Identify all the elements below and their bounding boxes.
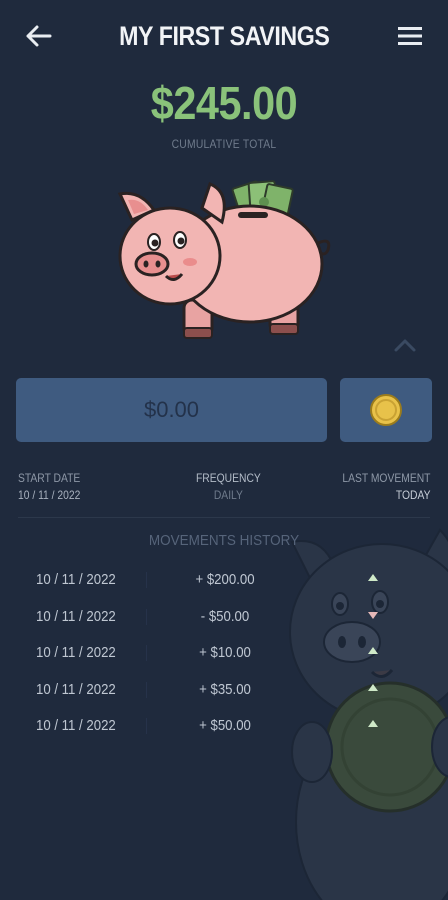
row-separator (146, 718, 147, 734)
triangle-up-icon (368, 574, 378, 581)
history-date: 10 / 11 / 2022 (36, 680, 116, 698)
movements-history-title: MOVEMENTS HISTORY (148, 532, 300, 549)
triangle-up-icon (368, 683, 378, 691)
history-amount: + $10.00 (199, 644, 251, 661)
menu-button[interactable] (390, 18, 430, 54)
frequency-label: FREQUENCY (196, 471, 261, 485)
triangle-up-icon (368, 720, 378, 727)
last-movement-block: LAST MOVEMENT TODAY (342, 470, 430, 504)
history-date: 10 / 11 / 2022 (36, 571, 116, 588)
last-movement-value: TODAY (395, 488, 430, 502)
history-date: 10 / 11 / 2022 (36, 717, 116, 734)
cumulative-total-caption: CUMULATIVE TOTAL (171, 137, 277, 151)
movements-history-list: 10 / 11 / 2022 + $200.00 10 / 11 / 2022 … (0, 560, 448, 743)
history-amount: + $35.00 (199, 680, 251, 698)
frequency-block: FREQUENCY DAILY (196, 470, 261, 504)
coin-icon (370, 394, 402, 426)
history-amount: + $50.00 (199, 717, 251, 734)
last-movement-label: LAST MOVEMENT (341, 471, 430, 485)
row-separator (146, 572, 147, 588)
row-separator (146, 681, 147, 698)
start-date-value: 10 / 11 / 2022 (18, 488, 81, 502)
add-coin-button[interactable] (340, 378, 432, 442)
start-date-label: START DATE (18, 471, 81, 485)
history-date: 10 / 11 / 2022 (36, 607, 116, 625)
history-row[interactable]: 10 / 11 / 2022 - $50.00 (0, 597, 448, 634)
row-separator (146, 645, 147, 661)
history-amount: - $50.00 (200, 607, 250, 625)
frequency-value: DAILY (213, 488, 243, 502)
deposit-amount-input[interactable]: $0.00 (16, 378, 327, 442)
savings-info-row: START DATE 10 / 11 / 2022 FREQUENCY DAIL… (0, 470, 448, 510)
history-amount: + $200.00 (195, 571, 255, 588)
top-bar: MY FIRST SAVINGS (0, 0, 448, 72)
back-button[interactable] (18, 18, 58, 54)
page-title: MY FIRST SAVINGS (118, 20, 330, 51)
triangle-down-icon (368, 611, 378, 619)
piggy-bank-illustration (117, 180, 331, 339)
start-date-block: START DATE 10 / 11 / 2022 (18, 470, 80, 504)
history-date: 10 / 11 / 2022 (36, 644, 116, 661)
arrow-left-icon (26, 25, 52, 47)
history-row[interactable]: 10 / 11 / 2022 + $35.00 (0, 670, 448, 707)
chevron-up-icon[interactable] (390, 334, 420, 356)
deposit-amount-placeholder: $0.00 (143, 397, 200, 422)
hamburger-menu-icon (398, 27, 422, 45)
history-row[interactable]: 10 / 11 / 2022 + $200.00 (0, 560, 448, 597)
triangle-up-icon (368, 647, 378, 654)
history-row[interactable]: 10 / 11 / 2022 + $10.00 (0, 633, 448, 670)
cumulative-total-amount: $245.00 (150, 77, 298, 129)
divider (18, 517, 430, 518)
row-separator (146, 608, 147, 625)
history-row[interactable]: 10 / 11 / 2022 + $50.00 (0, 706, 448, 743)
